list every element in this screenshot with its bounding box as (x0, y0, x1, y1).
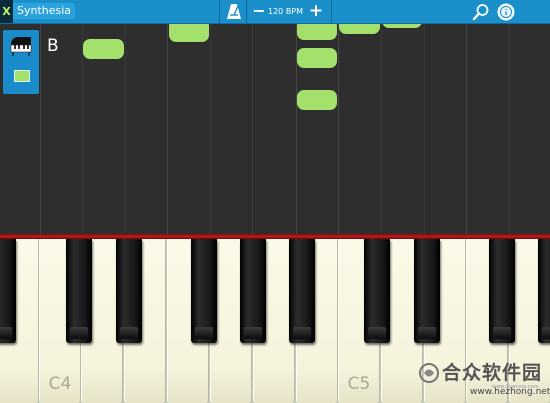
watermark-text: 合众软件园 (442, 362, 543, 384)
black-key[interactable] (116, 239, 142, 343)
track-color-swatch[interactable] (14, 70, 30, 82)
watermark-logo-icon (419, 363, 439, 383)
track-selector[interactable] (3, 30, 39, 94)
octave-gridline (167, 24, 168, 234)
close-button[interactable]: X (0, 0, 13, 23)
note-block (297, 90, 337, 110)
note-block (83, 39, 124, 59)
toolbar-divider (246, 0, 247, 23)
black-key[interactable] (414, 239, 440, 343)
gridline (125, 24, 126, 234)
watermark-url: www.hezhong.net (470, 387, 550, 397)
top-toolbar: X Synthesia − 120 BPM + (0, 0, 550, 24)
note-block (339, 24, 380, 34)
key-label-c5: C5 (347, 374, 371, 394)
piano-icon (10, 37, 32, 56)
gridline (509, 24, 510, 234)
black-key[interactable] (289, 239, 315, 343)
toolbar-divider (331, 0, 332, 23)
black-key[interactable] (489, 239, 515, 343)
black-key[interactable] (538, 239, 550, 343)
gridline (424, 24, 425, 234)
black-key[interactable] (191, 239, 217, 343)
metronome-icon[interactable] (226, 3, 242, 20)
tempo-display: 120 BPM (268, 7, 304, 16)
gridline (210, 24, 211, 234)
octave-gridline (338, 24, 339, 234)
note-block (382, 24, 422, 28)
hand-indicator: B (47, 36, 59, 56)
gridline (82, 24, 83, 234)
gridline (252, 24, 253, 234)
app-title[interactable]: Synthesia (13, 3, 76, 19)
note-block (297, 48, 337, 68)
note-block (169, 24, 209, 42)
tempo-decrease-button[interactable]: − (252, 1, 266, 21)
key-label-c4: C4 (48, 374, 72, 394)
search-icon[interactable] (472, 3, 490, 21)
octave-gridline (40, 24, 41, 234)
black-key[interactable] (364, 239, 390, 343)
black-key[interactable] (66, 239, 92, 343)
black-key[interactable] (240, 239, 266, 343)
black-key[interactable] (0, 239, 16, 343)
gridline (381, 24, 382, 234)
note-block (297, 24, 337, 40)
toolbar-divider (219, 0, 220, 23)
tempo-increase-button[interactable]: + (308, 1, 324, 21)
octave-gridline (466, 24, 467, 234)
info-icon[interactable] (497, 3, 515, 21)
note-roll: B (0, 24, 550, 234)
watermark: 合众软件园 www.downxia.com www.hezhong.net (418, 358, 550, 402)
